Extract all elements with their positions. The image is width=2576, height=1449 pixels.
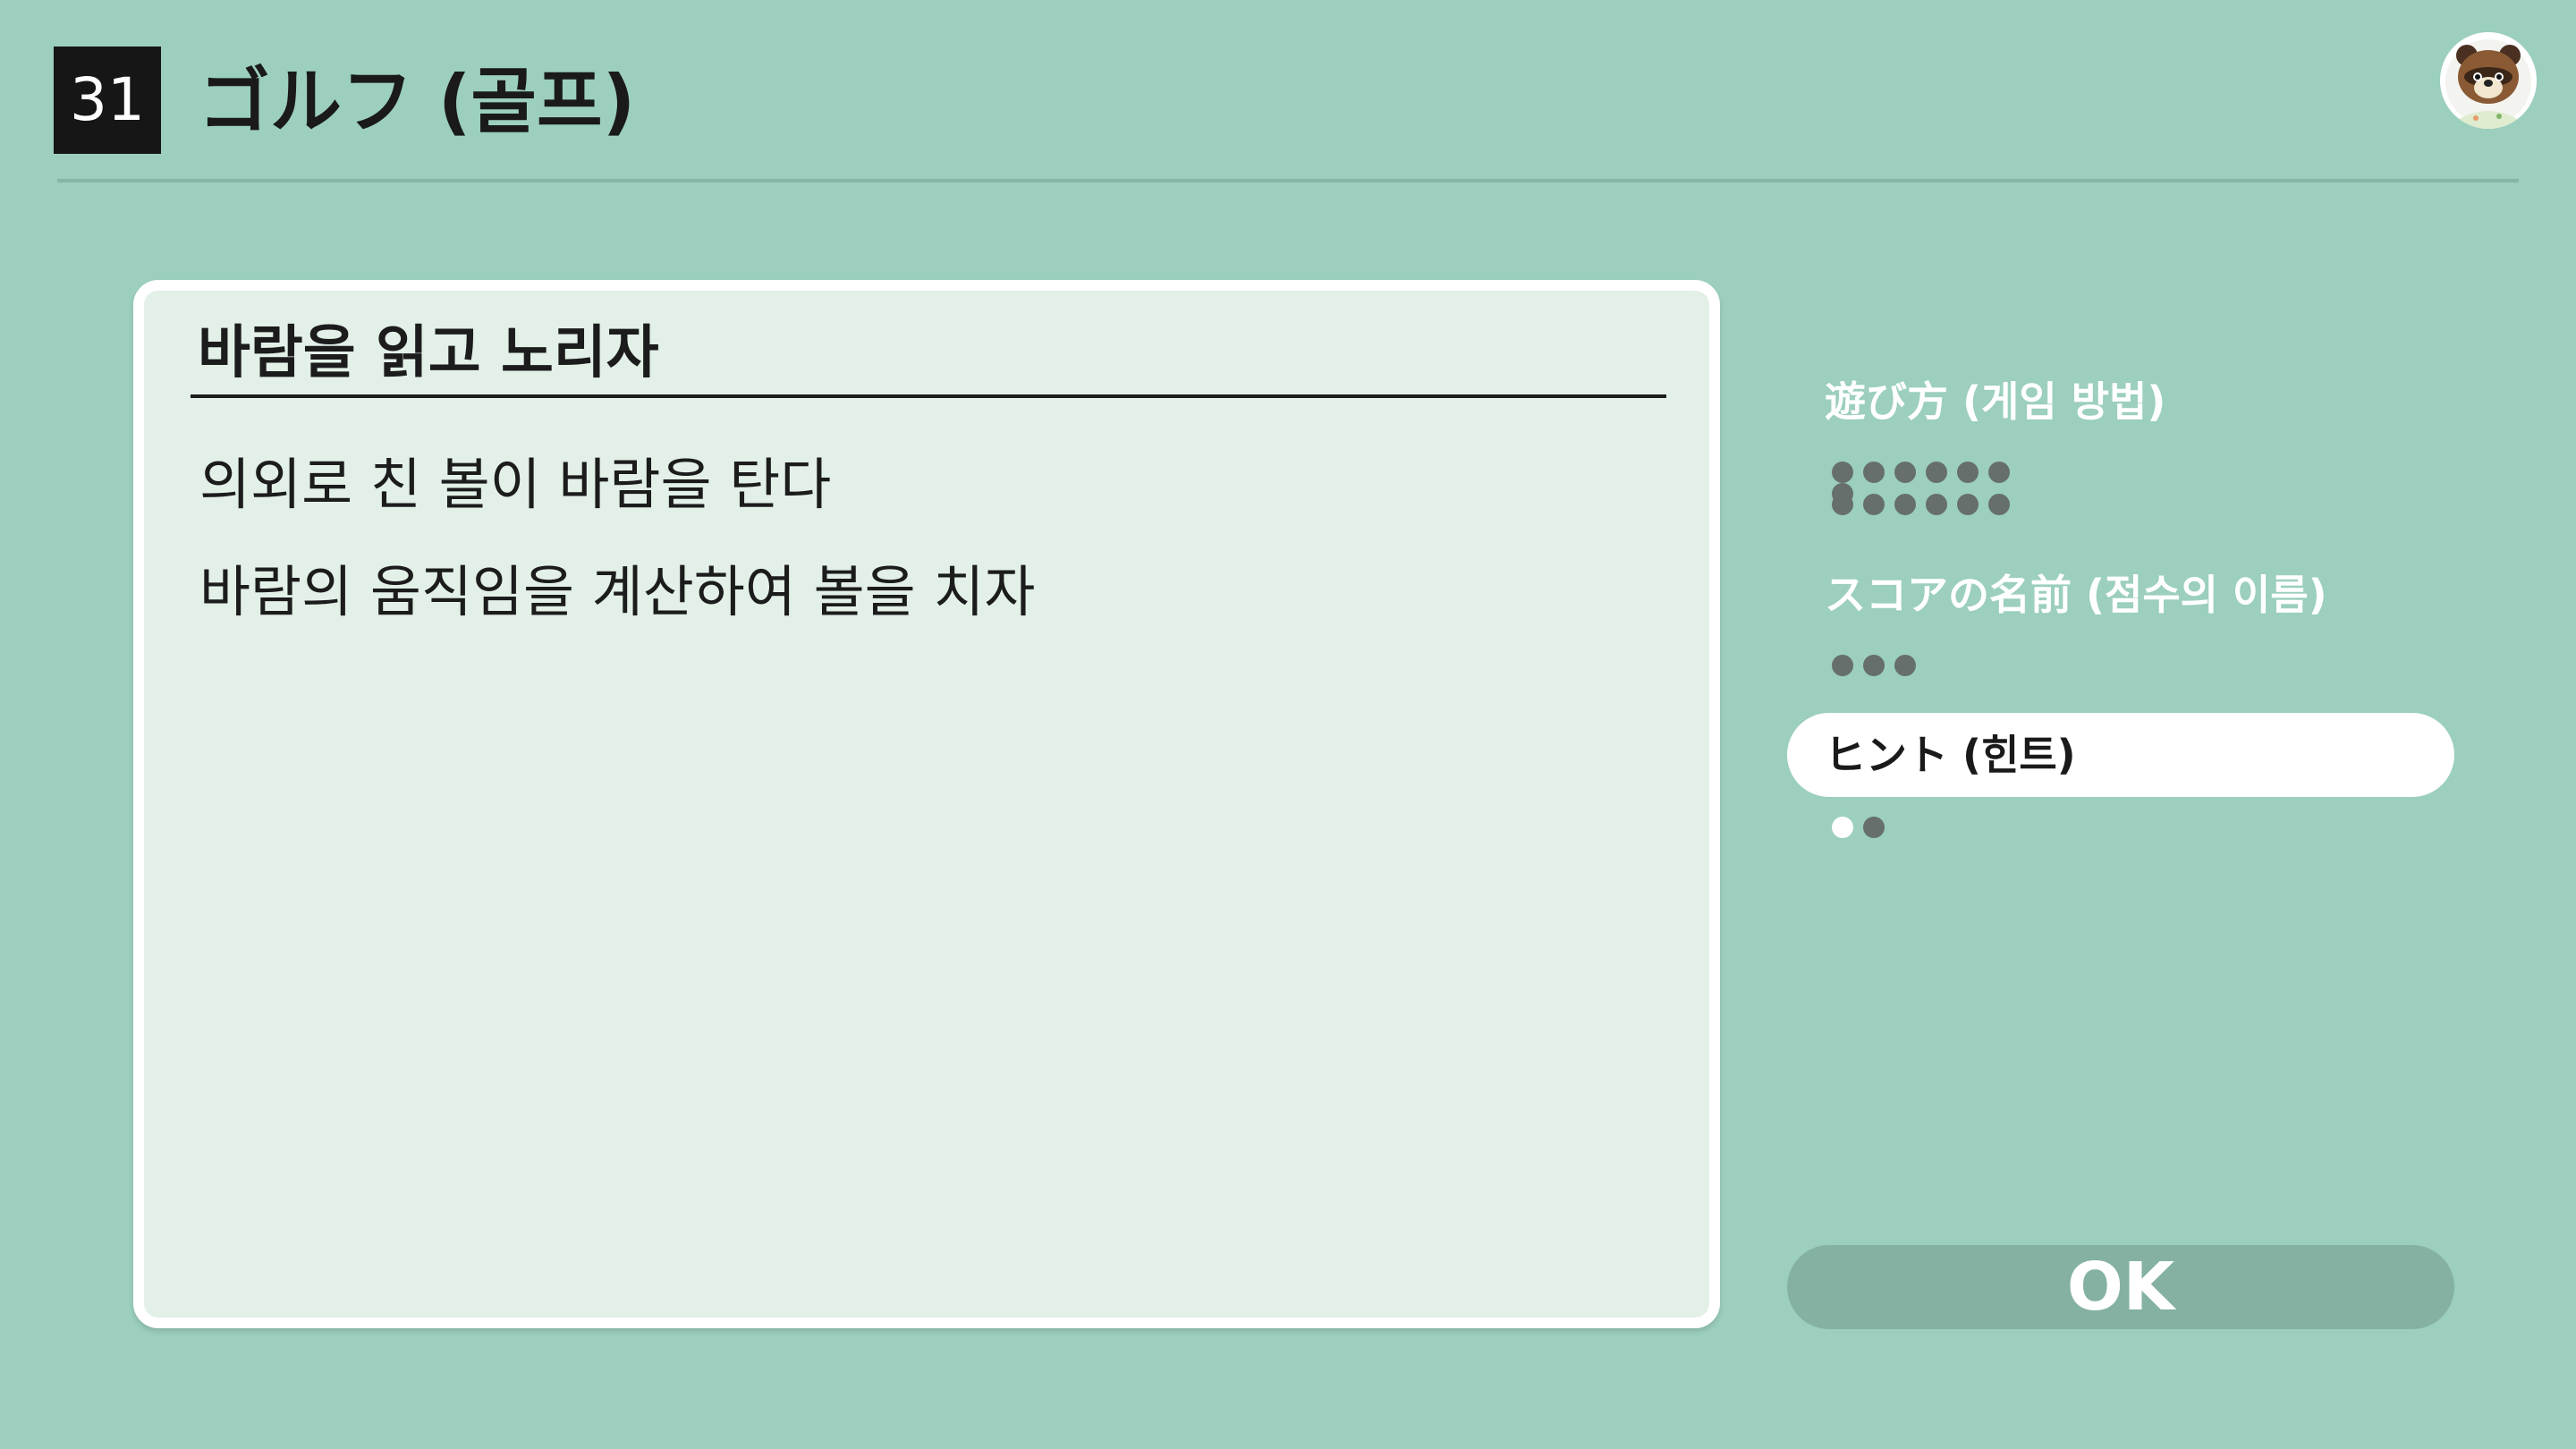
page-dot: [1863, 462, 1885, 483]
ok-button[interactable]: OK: [1787, 1245, 2454, 1329]
page-dots-hint: [1832, 817, 2046, 849]
instructions-screen: 31 ゴルフ (골프) 바람을 읽고 노리자 의외로 친 볼이 바람을 탄다 바…: [0, 0, 2576, 1449]
page-dot: [1894, 494, 1916, 515]
page-dot: [1832, 462, 1853, 483]
menu-item-how-to-play[interactable]: 遊び方 (게임 방법): [1825, 370, 2165, 433]
game-number-badge: 31: [54, 47, 161, 154]
hint-text-line: 바람의 움직임을 계산하여 볼을 치자: [199, 559, 1036, 624]
hint-panel: 바람을 읽고 노리자 의외로 친 볼이 바람을 탄다 바람의 움직임을 계산하여…: [133, 280, 1720, 1328]
page-dot: [1988, 462, 2010, 483]
hint-text-line: 의외로 친 볼이 바람을 탄다: [199, 452, 832, 517]
page-dot: [1863, 655, 1885, 676]
header-divider: [57, 179, 2519, 182]
page-dots-how-to-play: [1832, 462, 2046, 526]
page-dot: [1957, 494, 1979, 515]
tom-nook-avatar-icon: [2440, 32, 2537, 129]
menu-item-hint-label: ヒント (힌트): [1825, 731, 2076, 779]
page-dot: [1988, 494, 2010, 515]
page-dots-score-names: [1832, 655, 2046, 687]
page-dot: [1863, 817, 1885, 838]
menu-item-hint-selected[interactable]: ヒント (힌트): [1787, 713, 2454, 797]
heading-underline: [191, 394, 1666, 398]
page-dot: [1957, 462, 1979, 483]
page-dot: [1832, 494, 1853, 515]
page-dot: [1832, 655, 1853, 676]
page-dot: [1926, 494, 1947, 515]
menu-item-score-names[interactable]: スコアの名前 (점수의 이름): [1825, 564, 2327, 626]
page-dot-current: [1832, 817, 1853, 838]
game-title: ゴルフ (골프): [199, 60, 636, 143]
page-dot: [1894, 655, 1916, 676]
hint-heading: 바람을 읽고 노리자: [198, 320, 659, 386]
page-dot: [1926, 462, 1947, 483]
page-dot: [1894, 462, 1916, 483]
page-dot: [1863, 494, 1885, 515]
